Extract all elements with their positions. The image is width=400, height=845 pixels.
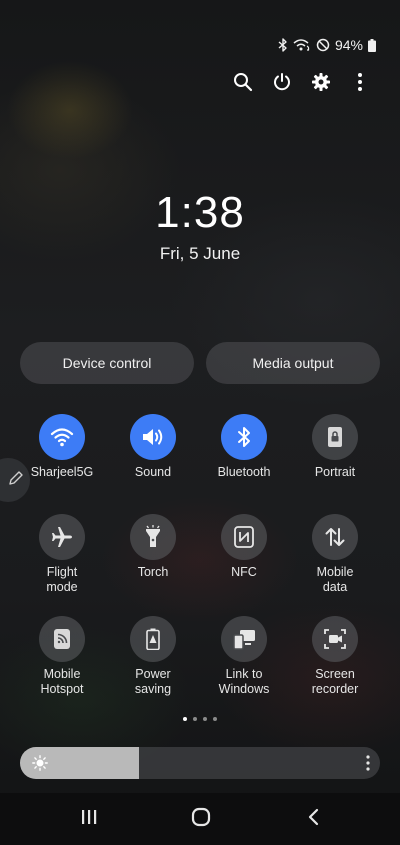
tile-wifi[interactable]: Sharjeel5G (17, 414, 107, 506)
torch-icon[interactable] (130, 514, 176, 560)
page-dot[interactable] (183, 717, 187, 721)
recent-apps-icon[interactable] (75, 806, 103, 828)
panel-toolbar (0, 68, 400, 96)
tile-label: NFC (231, 565, 257, 579)
tile-label: Link to Windows (218, 667, 270, 696)
device-control-button[interactable]: Device control (20, 342, 194, 384)
brightness-slider[interactable] (20, 747, 380, 779)
status-bar: 94% (278, 36, 376, 54)
tile-torch[interactable]: Torch (108, 514, 198, 606)
tile-label: Torch (137, 565, 169, 579)
page-dot[interactable] (193, 717, 197, 721)
tile-label: Bluetooth (217, 465, 271, 479)
brightness-more-icon[interactable] (366, 754, 370, 777)
tile-label: Power saving (134, 667, 172, 696)
page-indicator (0, 717, 400, 721)
tile-screen-recorder[interactable]: Screen recorder (290, 616, 380, 708)
mobile-data-icon[interactable] (312, 514, 358, 560)
power-saving-icon[interactable] (130, 616, 176, 662)
screen-recorder-icon[interactable] (312, 616, 358, 662)
media-output-button[interactable]: Media output (206, 342, 380, 384)
tile-label: Flight mode (46, 565, 78, 594)
battery-percent: 94% (334, 37, 363, 53)
wifi-calling-icon (293, 38, 311, 52)
brightness-sun-icon (32, 755, 48, 776)
link-to-windows-icon[interactable] (221, 616, 267, 662)
clock-date[interactable]: Fri, 5 June (0, 244, 400, 264)
tile-label: Sound (134, 465, 172, 479)
tile-label: Mobile data (316, 565, 354, 594)
bluetooth-icon (278, 38, 288, 52)
tile-mobile-data[interactable]: Mobile data (290, 514, 380, 606)
tile-portrait[interactable]: Portrait (290, 414, 380, 506)
tile-sound[interactable]: Sound (108, 414, 198, 506)
hotspot-icon[interactable] (39, 616, 85, 662)
page-dot[interactable] (203, 717, 207, 721)
wifi-icon[interactable] (39, 414, 85, 460)
sound-icon[interactable] (130, 414, 176, 460)
search-icon[interactable] (229, 68, 257, 96)
tile-mobile-hotspot[interactable]: Mobile Hotspot (17, 616, 107, 708)
tile-label: Mobile Hotspot (40, 667, 84, 696)
battery-icon (368, 38, 376, 52)
clock-time[interactable]: 1:38 (0, 188, 400, 238)
settings-icon[interactable] (307, 68, 335, 96)
tile-flight-mode[interactable]: Flight mode (17, 514, 107, 606)
nfc-icon[interactable] (221, 514, 267, 560)
tile-label: Sharjeel5G (30, 465, 94, 479)
do-not-disturb-icon (316, 38, 330, 52)
tile-label: Portrait (314, 465, 356, 479)
tile-label: Screen recorder (311, 667, 359, 696)
tile-link-to-windows[interactable]: Link to Windows (199, 616, 289, 708)
tile-power-saving[interactable]: Power saving (108, 616, 198, 708)
home-icon[interactable] (187, 806, 215, 828)
portrait-lock-icon[interactable] (312, 414, 358, 460)
more-icon[interactable] (346, 68, 374, 96)
back-icon[interactable] (300, 806, 328, 828)
page-dot[interactable] (213, 717, 217, 721)
tile-bluetooth[interactable]: Bluetooth (199, 414, 289, 506)
tile-nfc[interactable]: NFC (199, 514, 289, 606)
navigation-bar (0, 793, 400, 845)
airplane-icon[interactable] (39, 514, 85, 560)
power-icon[interactable] (268, 68, 296, 96)
bluetooth-icon[interactable] (221, 414, 267, 460)
